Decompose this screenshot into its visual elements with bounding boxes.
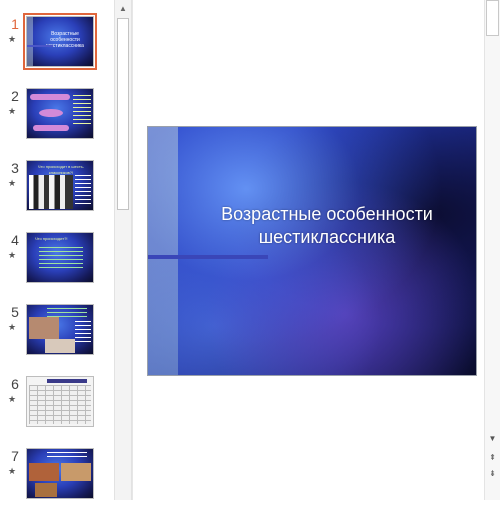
slide-number: 2 (11, 88, 19, 104)
animation-star-icon: ★ (8, 394, 17, 404)
animation-star-icon: ★ (8, 466, 17, 476)
thumbnail-photo (29, 175, 73, 209)
thumbnail-item-2[interactable]: 2 ★ (0, 88, 114, 150)
scrollbar-thumb[interactable] (486, 0, 499, 36)
thumbnail-photo (45, 339, 75, 353)
scroll-down-arrow-icon[interactable]: ▼ (486, 433, 499, 445)
thumbnail-photo (35, 483, 57, 497)
thumbnail-shape (33, 125, 69, 131)
thumbnail-heading (47, 379, 87, 383)
slide-accent-bar (148, 255, 268, 259)
slide-thumbnail[interactable] (26, 376, 94, 427)
current-slide[interactable]: Возрастные особенности шестиклассника (147, 126, 477, 376)
thumbnail-scrollbar[interactable]: ▲ (114, 0, 132, 500)
slide-number: 7 (11, 448, 19, 464)
animation-star-icon: ★ (8, 322, 17, 332)
animation-star-icon: ★ (8, 106, 17, 116)
animation-star-icon: ★ (8, 178, 17, 188)
thumbnail-title: Что происходит?! (35, 236, 68, 241)
thumbnail-text-lines (47, 452, 87, 460)
slide-thumbnail[interactable]: Что происходит?! (26, 232, 94, 283)
thumbnail-text-lines (73, 95, 91, 125)
slide-edit-area: Возрастные особенности шестиклассника (132, 0, 485, 500)
slide-title[interactable]: Возрастные особенности шестиклассника (188, 203, 466, 249)
slide-thumbnail[interactable] (26, 448, 94, 499)
thumbnail-stripe (27, 17, 33, 66)
slide-number: 4 (11, 232, 19, 248)
animation-star-icon: ★ (8, 250, 17, 260)
thumbnail-text-lines (39, 247, 83, 269)
thumbnail-shape (30, 94, 70, 100)
thumbnail-bar (27, 45, 54, 47)
thumbnail-shape (39, 109, 63, 117)
slide-thumbnail[interactable]: Возрастные особенности шестиклассника (23, 13, 97, 70)
thumbnail-item-5[interactable]: 5 ★ (0, 304, 114, 366)
slide-thumbnail[interactable] (26, 88, 94, 139)
thumbnail-photo (29, 463, 59, 481)
thumbnail-item-1[interactable]: 1 ★ Возрастные особенности шестиклассник… (0, 13, 114, 78)
slide-number: 6 (11, 376, 19, 392)
slide-side-stripe (148, 127, 178, 375)
edit-area-scrollbar[interactable]: ▼ ⇞ ⇟ (484, 0, 500, 500)
slide-thumbnail-pane: 1 ★ Возрастные особенности шестиклассник… (0, 0, 114, 500)
thumbnail-item-6[interactable]: 6 ★ (0, 376, 114, 438)
slide-thumbnail[interactable]: Что происходит в шесть-классников?! (26, 160, 94, 211)
slide-number: 1 (11, 16, 19, 32)
thumbnail-text-lines (75, 321, 91, 345)
next-slide-icon[interactable]: ⇟ (486, 468, 499, 480)
scrollbar-thumb[interactable] (117, 18, 129, 210)
animation-star-icon: ★ (8, 34, 17, 44)
thumbnail-item-3[interactable]: 3 ★ Что происходит в шесть-классников?! (0, 160, 114, 222)
scroll-up-arrow-icon[interactable]: ▲ (117, 2, 129, 16)
thumbnail-text-lines (75, 175, 91, 205)
previous-slide-icon[interactable]: ⇞ (486, 452, 499, 464)
slide-number: 5 (11, 304, 19, 320)
slide-thumbnail[interactable] (26, 304, 94, 355)
thumbnail-item-4[interactable]: 4 ★ Что происходит?! (0, 232, 114, 294)
thumbnail-table (29, 385, 91, 424)
thumbnail-item-7[interactable]: 7 ★ (0, 448, 114, 510)
thumbnail-photo (61, 463, 91, 481)
thumbnail-photo (29, 317, 59, 339)
slide-number: 3 (11, 160, 19, 176)
